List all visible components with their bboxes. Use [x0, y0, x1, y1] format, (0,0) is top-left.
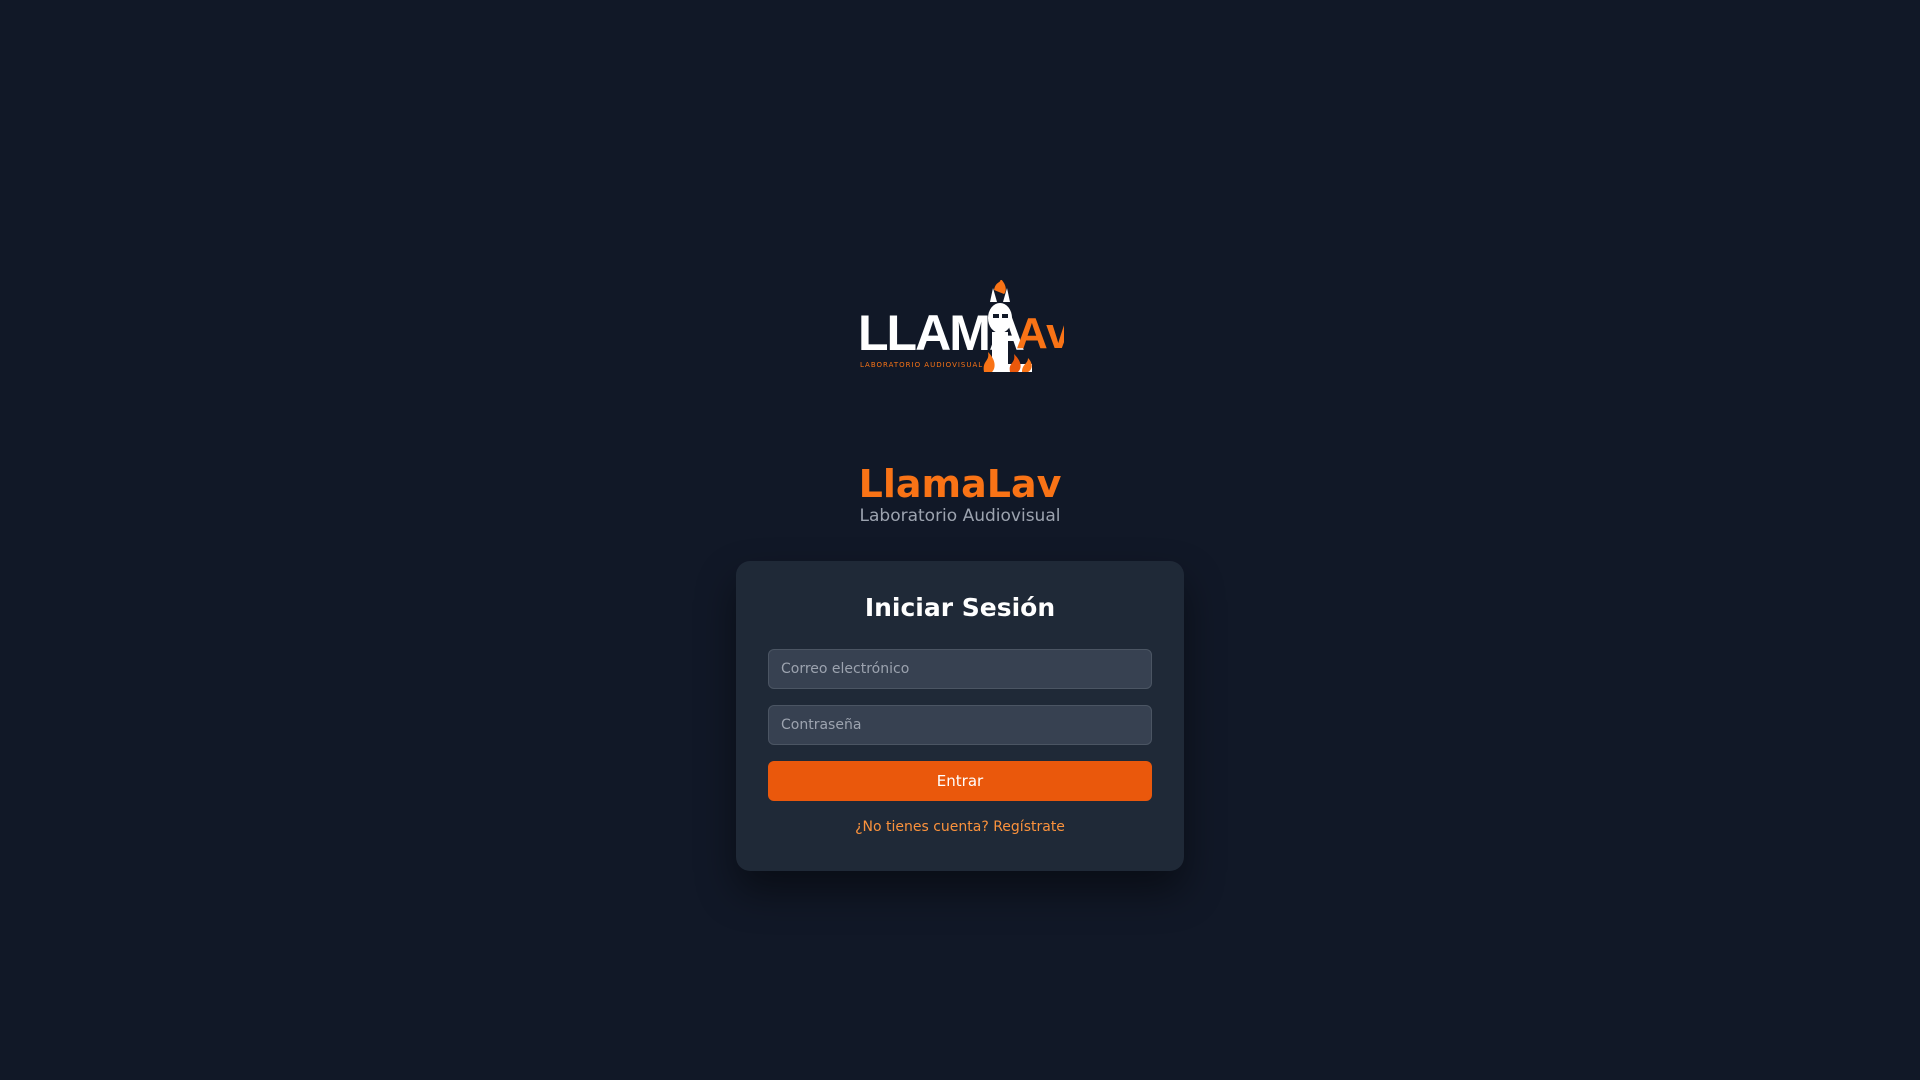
brand-title: LlamaLav	[858, 462, 1062, 506]
svg-text:Av: Av	[1016, 309, 1064, 358]
brand-subtitle: Laboratorio Audiovisual	[859, 506, 1061, 526]
password-input[interactable]	[768, 705, 1152, 745]
svg-text:LABORATORIO AUDIOVISUAL: LABORATORIO AUDIOVISUAL	[860, 361, 983, 369]
llama-logo-icon: LLAMA Av LABORATORIO AUDIOVISUAL	[856, 280, 1064, 380]
email-input[interactable]	[768, 649, 1152, 689]
login-card: Iniciar Sesión Entrar ¿No tienes cuenta?…	[736, 561, 1184, 871]
register-link[interactable]: ¿No tienes cuenta? Regístrate	[736, 817, 1184, 837]
login-page: LLAMA Av LABORATORIO AUDIOVISUAL LlamaLa…	[0, 0, 1920, 1080]
login-title: Iniciar Sesión	[864, 593, 1056, 622]
login-button[interactable]: Entrar	[768, 761, 1152, 801]
